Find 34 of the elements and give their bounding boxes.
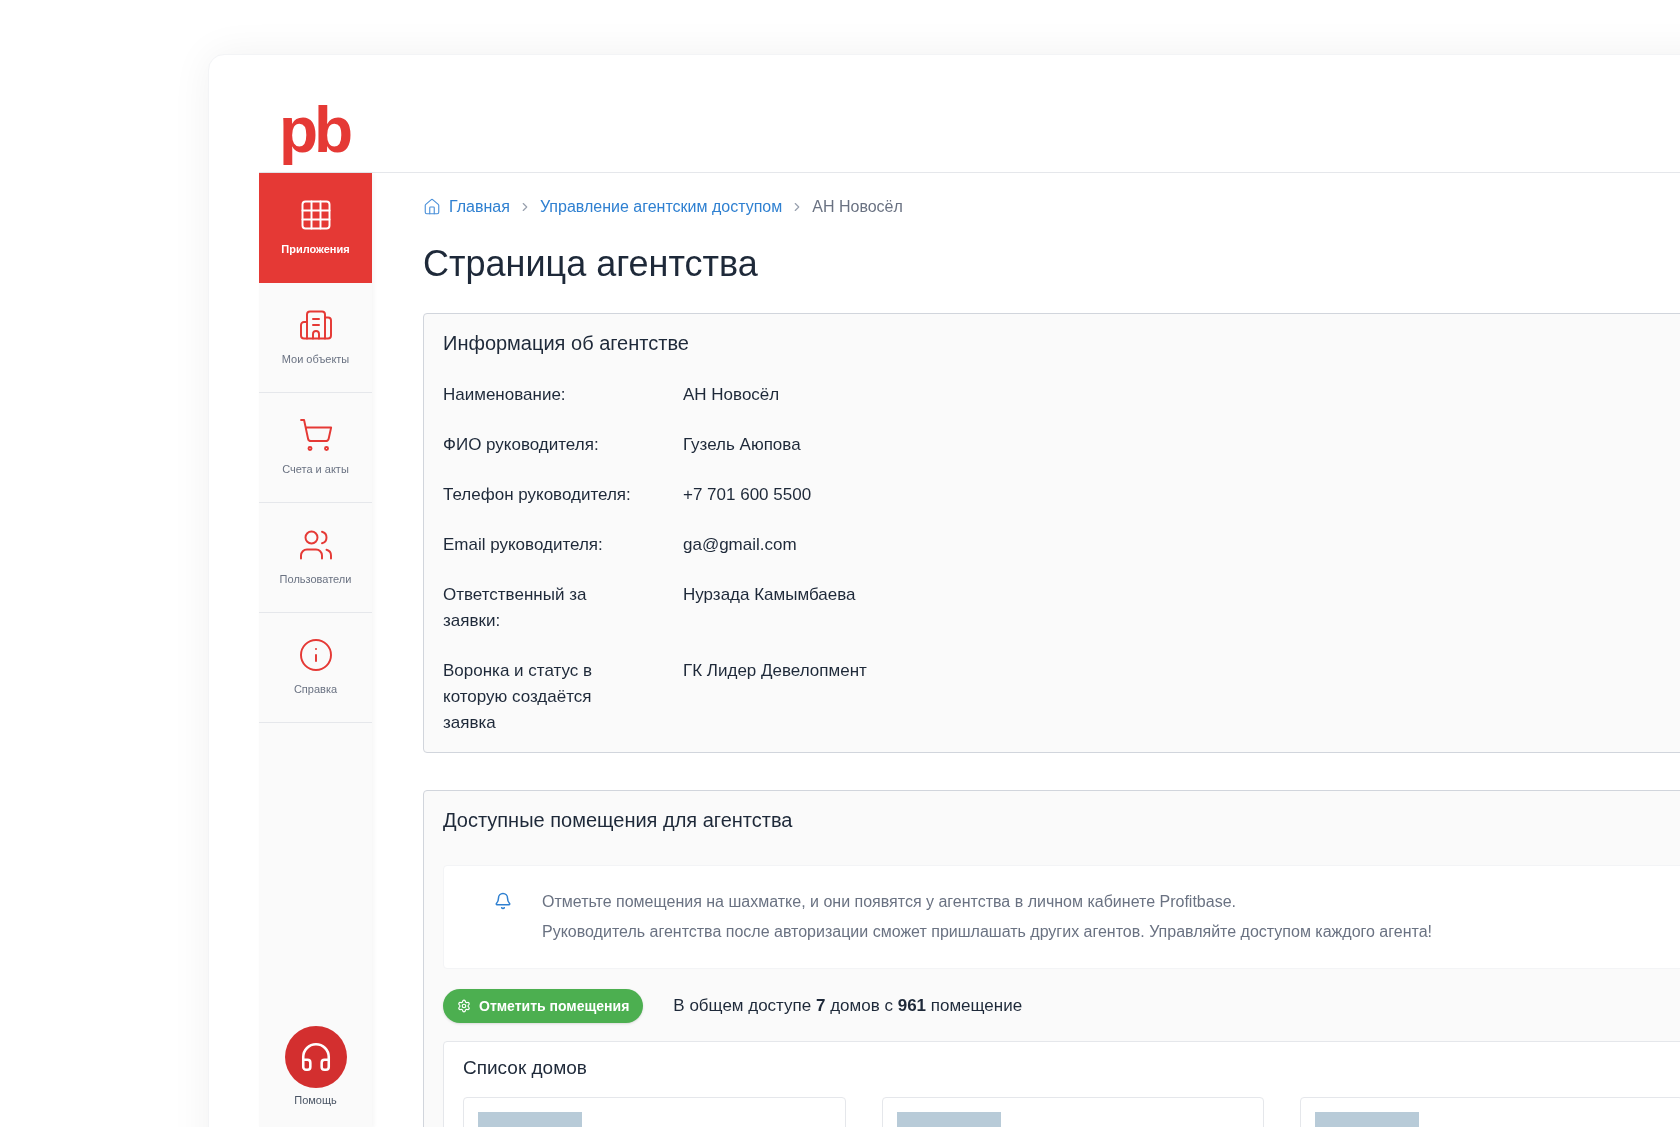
notice-text: Отметьте помещения на шахматке, и они появятся у агентства в личном кабинете Profitbase. [542,892,1237,912]
sidebar-item[interactable]: Счета и акты [259,393,372,503]
sidebar-item[interactable]: Мои объекты [259,283,372,393]
cart-icon [297,417,334,454]
summary-text: В общем доступе 7 домов с 961 помещение [673,995,1023,1018]
field-label: Email руководителя: [443,534,604,556]
houses-title: Список домов [463,1056,588,1080]
breadcrumb-link[interactable]: Управление агентским доступом [539,195,783,219]
bell-icon [494,892,512,910]
card-title: Доступные помещения для агентства [443,808,794,833]
help-label: Помощь [294,1092,337,1108]
info-icon [297,637,334,674]
field-label: Ответственный за заявки: [443,584,588,632]
home-icon [423,198,441,216]
sidebar-item[interactable]: Пользователи [259,503,372,613]
breadcrumb-link[interactable]: Главная [449,195,510,219]
field-value: ga@gmail.com [683,534,797,556]
notice-text: Руководитель агентства после авторизации сможет пришлашать других агентов. Управляйте доступом каждого агента! [542,922,1432,942]
field-value: Нурзада Камымбаева [683,584,856,606]
field-label: Воронка и статус в которую создаётся заявка [443,660,593,734]
breadcrumb-current: АН Новосёл [812,197,903,217]
sidebar-item[interactable]: Приложения [259,173,372,283]
field-label: ФИО руководителя: [443,434,600,456]
card-title: Информация об агентстве [443,331,690,356]
field-label: Телефон руководителя: [443,484,632,506]
gear-icon [457,999,471,1013]
sidebar-item[interactable]: Справка [259,613,372,723]
field-value: АН Новосёл [683,384,780,406]
field-label: Наименование: [443,384,567,406]
mark-rooms-button[interactable]: Отметить помещения [443,989,644,1023]
page-title: Страница агентства [423,242,759,286]
field-value: ГК Лидер Девелопмент [683,660,867,682]
field-value: Гузель Аюпова [683,434,801,456]
field-value: +7 701 600 5500 [683,484,812,506]
